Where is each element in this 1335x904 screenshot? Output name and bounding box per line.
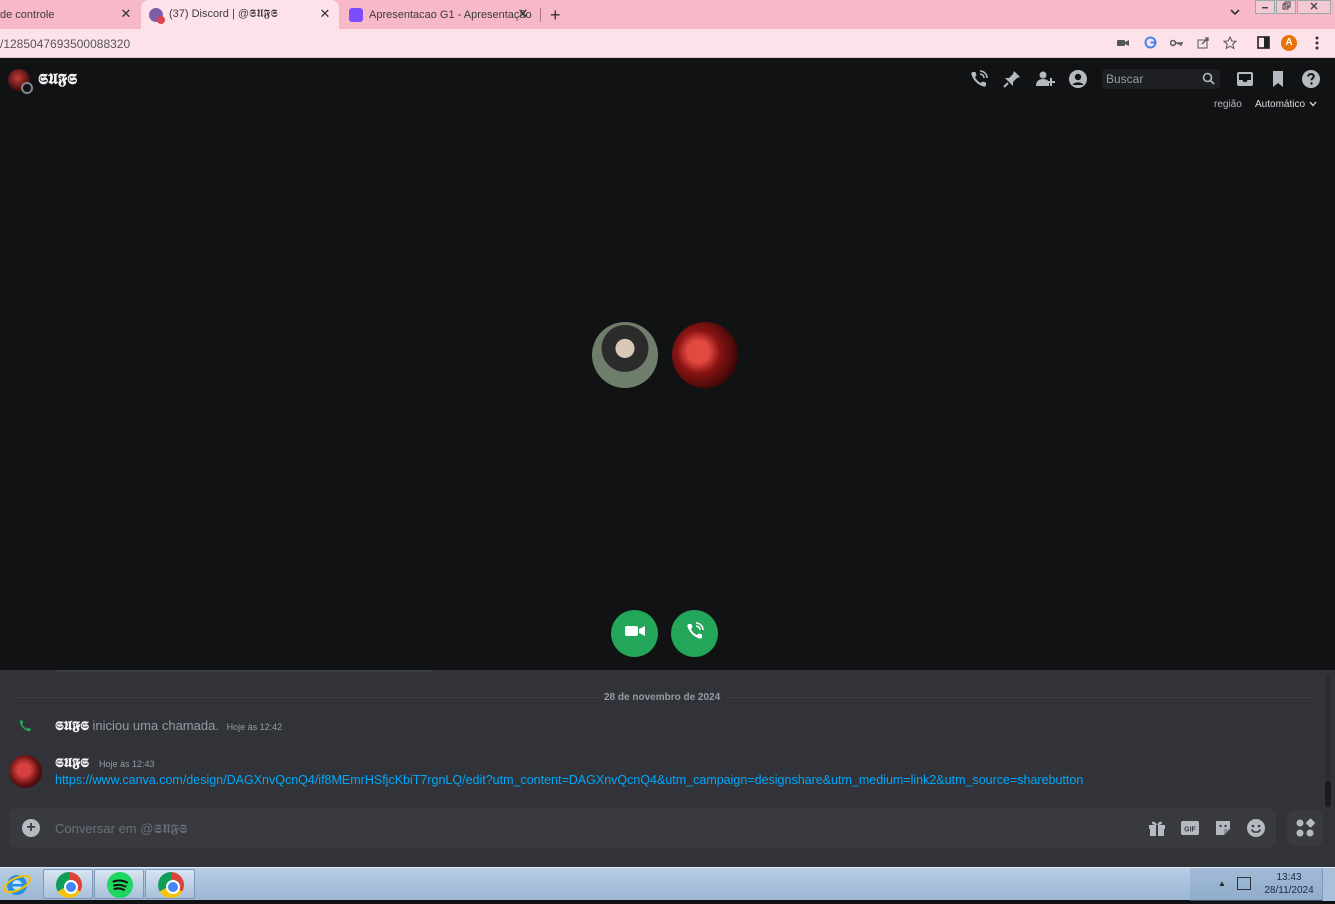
side-panel-icon[interactable] xyxy=(1255,35,1271,51)
tab-discord[interactable]: (37) Discord | @𝕾𝖀𝕱𝕾 ✕ xyxy=(141,0,339,29)
system-message-body: iniciou uma chamada. xyxy=(92,718,219,733)
profile-avatar[interactable]: A xyxy=(1281,35,1297,51)
user-profile-icon[interactable] xyxy=(1068,69,1088,89)
chevron-down-icon xyxy=(1309,99,1317,110)
scrollbar-thumb[interactable] xyxy=(1325,781,1331,807)
close-window-icon[interactable] xyxy=(1297,0,1331,14)
avatar[interactable] xyxy=(8,69,33,94)
tab-separator xyxy=(540,8,541,22)
date-divider-label: 28 de novembro de 2024 xyxy=(598,692,727,703)
tab-title: de controle xyxy=(0,8,55,21)
chrome-icon xyxy=(56,872,82,898)
canva-favicon-icon xyxy=(349,7,363,22)
apps-icon xyxy=(1295,818,1315,843)
spotify-icon xyxy=(107,872,133,898)
network-icon[interactable] xyxy=(1237,877,1251,890)
help-icon[interactable] xyxy=(1301,69,1321,89)
tab-close-icon[interactable]: ✕ xyxy=(517,7,529,20)
minimize-icon[interactable] xyxy=(1255,0,1275,14)
message-composer: + GIF xyxy=(9,808,1276,848)
taskbar-chrome-profile-button[interactable] xyxy=(145,869,195,899)
call-participant-avatar[interactable] xyxy=(672,322,738,388)
system-message-text: 𝕾𝖀𝕱𝕾 iniciou uma chamada. Hoje às 12:42 xyxy=(55,718,282,734)
google-icon[interactable] xyxy=(1142,35,1158,51)
inbox-icon[interactable] xyxy=(1235,69,1255,89)
message-timestamp: Hoje às 12:42 xyxy=(226,722,283,732)
video-camera-icon xyxy=(624,624,645,643)
share-icon[interactable] xyxy=(1195,35,1211,51)
region-select[interactable]: Automático xyxy=(1255,99,1317,110)
bookmark-icon[interactable] xyxy=(1268,69,1288,89)
search-input[interactable] xyxy=(1106,71,1198,87)
dm-header: 𝕾𝖀𝕱𝕾 xyxy=(0,59,1335,99)
search-icon xyxy=(1202,72,1215,90)
camera-icon[interactable] xyxy=(1115,35,1131,51)
gif-icon[interactable]: GIF xyxy=(1180,818,1200,838)
chrome-icon xyxy=(158,872,184,898)
sticker-icon[interactable] xyxy=(1213,818,1233,838)
tab-canva[interactable]: Apresentacao G1 - Apresentação ✕ xyxy=(341,0,537,29)
url-text[interactable]: /1285047693500088320 xyxy=(0,37,130,51)
join-video-call-button[interactable] xyxy=(611,610,658,657)
internet-explorer-icon[interactable] xyxy=(2,869,32,899)
chat-scrollbar[interactable] xyxy=(1325,674,1331,807)
tab-close-icon[interactable]: ✕ xyxy=(319,7,331,20)
message-timestamp: Hoje às 12:43 xyxy=(99,759,155,769)
message-input[interactable] xyxy=(55,819,955,837)
address-bar[interactable]: /1285047693500088320 A xyxy=(0,29,1335,58)
search-box[interactable] xyxy=(1102,69,1220,89)
kebab-menu-icon[interactable] xyxy=(1309,35,1325,51)
start-voice-call-icon[interactable] xyxy=(969,69,989,89)
clock[interactable]: 13:43 28/11/2024 xyxy=(1262,871,1316,897)
upload-plus-button[interactable]: + xyxy=(22,819,40,837)
chat-panel: 28 de novembro de 2024 𝕾𝖀𝕱𝕾 iniciou uma … xyxy=(0,670,1335,867)
add-friends-to-dm-icon[interactable] xyxy=(1035,69,1055,89)
new-tab-button[interactable]: + xyxy=(550,5,561,26)
discord-favicon-icon xyxy=(149,7,165,24)
message-author[interactable]: 𝕾𝖀𝕱𝕾 xyxy=(55,719,89,734)
call-started-message: 𝕾𝖀𝕱𝕾 iniciou uma chamada. Hoje às 12:42 xyxy=(0,716,1300,736)
divider xyxy=(56,670,431,672)
phone-icon xyxy=(18,719,32,738)
message-link[interactable]: https://www.canva.com/design/DAGXnvQcnQ4… xyxy=(55,773,1083,787)
restore-icon[interactable] xyxy=(1276,0,1296,14)
clock-time: 13:43 xyxy=(1276,872,1302,883)
pinned-messages-icon[interactable] xyxy=(1002,69,1022,89)
bookmark-star-icon[interactable] xyxy=(1222,35,1238,51)
tray-expand-icon[interactable]: ▲ xyxy=(1218,879,1226,888)
taskbar-spotify-button[interactable] xyxy=(94,869,144,899)
gif-label: GIF xyxy=(1184,827,1196,834)
tab-search-chevron-icon[interactable] xyxy=(1229,6,1241,21)
emoji-icon[interactable] xyxy=(1246,818,1266,838)
region-label: região xyxy=(1214,99,1242,110)
key-icon[interactable] xyxy=(1169,35,1185,51)
join-voice-call-button[interactable] xyxy=(671,610,718,657)
dm-title[interactable]: 𝕾𝖀𝕱𝕾 xyxy=(38,70,77,88)
tab-title: Apresentacao G1 - Apresentação xyxy=(369,8,532,21)
apps-button[interactable] xyxy=(1287,810,1323,846)
region-value: Automático xyxy=(1255,99,1306,110)
browser-tab-strip: de controle ✕ (37) Discord | @𝕾𝖀𝕱𝕾 ✕ Apr… xyxy=(0,0,1335,29)
windows-taskbar: ▲ 13:43 28/11/2024 xyxy=(0,867,1335,901)
show-desktop-button[interactable] xyxy=(1322,868,1335,901)
tab-control-panel[interactable]: de controle ✕ xyxy=(0,0,140,29)
tab-title: (37) Discord | @𝕾𝖀𝕱𝕾 xyxy=(169,8,278,20)
tab-close-icon[interactable]: ✕ xyxy=(120,7,132,20)
message-author[interactable]: 𝕾𝖀𝕱𝕾 xyxy=(55,756,89,771)
phone-call-icon xyxy=(685,621,705,646)
clock-date: 28/11/2024 xyxy=(1264,885,1314,896)
gift-icon[interactable] xyxy=(1147,818,1167,838)
call-participant-avatar[interactable] xyxy=(592,322,658,388)
taskbar-chrome-button[interactable] xyxy=(43,869,93,899)
avatar[interactable] xyxy=(9,755,42,788)
